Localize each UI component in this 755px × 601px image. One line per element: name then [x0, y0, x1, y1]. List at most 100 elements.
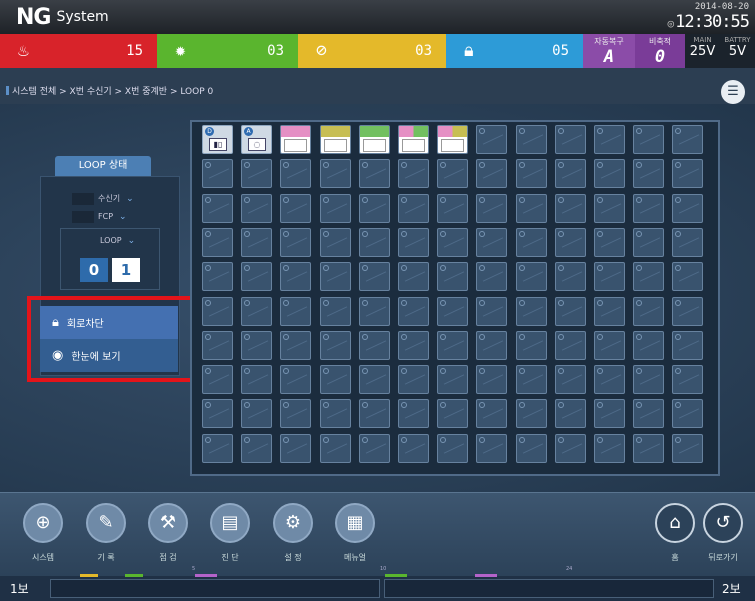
- fire-status[interactable]: ♨ 15: [0, 34, 157, 68]
- empty-cell[interactable]: [437, 228, 468, 257]
- empty-cell[interactable]: [672, 434, 703, 463]
- empty-cell[interactable]: [437, 159, 468, 188]
- empty-cell[interactable]: [633, 399, 664, 428]
- empty-cell[interactable]: [594, 125, 625, 154]
- empty-cell[interactable]: [280, 228, 311, 257]
- empty-cell[interactable]: [320, 365, 351, 394]
- empty-cell[interactable]: [516, 331, 547, 360]
- supervisory-status[interactable]: ✹ 03: [157, 34, 298, 68]
- empty-cell[interactable]: [398, 228, 429, 257]
- empty-cell[interactable]: [280, 297, 311, 326]
- empty-cell[interactable]: [398, 262, 429, 291]
- empty-cell[interactable]: [359, 434, 390, 463]
- empty-cell[interactable]: [633, 159, 664, 188]
- empty-cell[interactable]: [320, 297, 351, 326]
- empty-cell[interactable]: [594, 262, 625, 291]
- empty-cell[interactable]: [398, 159, 429, 188]
- empty-cell[interactable]: [633, 365, 664, 394]
- back-button[interactable]: ↺: [703, 503, 743, 543]
- empty-cell[interactable]: [202, 159, 233, 188]
- empty-cell[interactable]: [398, 365, 429, 394]
- empty-cell[interactable]: [555, 434, 586, 463]
- empty-cell[interactable]: [398, 434, 429, 463]
- empty-cell[interactable]: [241, 194, 272, 223]
- empty-cell[interactable]: [241, 365, 272, 394]
- empty-cell[interactable]: [202, 228, 233, 257]
- empty-cell[interactable]: [672, 331, 703, 360]
- empty-cell[interactable]: [516, 365, 547, 394]
- empty-cell[interactable]: [516, 194, 547, 223]
- empty-cell[interactable]: [241, 297, 272, 326]
- empty-cell[interactable]: [516, 297, 547, 326]
- loop-digit-tens[interactable]: 0: [80, 258, 108, 282]
- empty-cell[interactable]: [280, 194, 311, 223]
- timeline-track-right[interactable]: [384, 579, 714, 598]
- empty-cell[interactable]: [633, 194, 664, 223]
- empty-cell[interactable]: [672, 228, 703, 257]
- empty-cell[interactable]: [202, 297, 233, 326]
- empty-cell[interactable]: [516, 159, 547, 188]
- empty-cell[interactable]: [633, 297, 664, 326]
- empty-cell[interactable]: [555, 194, 586, 223]
- empty-cell[interactable]: [202, 365, 233, 394]
- empty-cell[interactable]: [633, 125, 664, 154]
- timeline-track-left[interactable]: [50, 579, 380, 598]
- empty-cell[interactable]: [476, 228, 507, 257]
- empty-cell[interactable]: [516, 125, 547, 154]
- empty-cell[interactable]: [280, 365, 311, 394]
- empty-cell[interactable]: [437, 365, 468, 394]
- empty-cell[interactable]: [555, 331, 586, 360]
- empty-cell[interactable]: [202, 399, 233, 428]
- empty-cell[interactable]: [359, 365, 390, 394]
- empty-cell[interactable]: [241, 434, 272, 463]
- empty-cell[interactable]: [672, 159, 703, 188]
- empty-cell[interactable]: [672, 194, 703, 223]
- empty-cell[interactable]: [594, 194, 625, 223]
- empty-cell[interactable]: [594, 297, 625, 326]
- empty-cell[interactable]: [241, 262, 272, 291]
- loop-select[interactable]: LOOP ⌄: [100, 232, 135, 249]
- empty-cell[interactable]: [280, 262, 311, 291]
- empty-cell[interactable]: [437, 399, 468, 428]
- empty-cell[interactable]: [633, 434, 664, 463]
- empty-cell[interactable]: [280, 159, 311, 188]
- empty-cell[interactable]: [359, 331, 390, 360]
- empty-cell[interactable]: [516, 434, 547, 463]
- empty-cell[interactable]: [437, 297, 468, 326]
- home-button[interactable]: ⌂: [655, 503, 695, 543]
- device-cell[interactable]: [280, 125, 311, 154]
- manual-button[interactable]: ▦: [335, 503, 375, 543]
- empty-cell[interactable]: [202, 262, 233, 291]
- receiver-select[interactable]: 수신기 ⌄: [72, 190, 134, 207]
- list-menu-button[interactable]: ☰: [721, 80, 745, 104]
- settings-button[interactable]: ⚙: [273, 503, 313, 543]
- empty-cell[interactable]: [359, 399, 390, 428]
- trouble-status[interactable]: ⊘ 03: [298, 34, 446, 68]
- empty-cell[interactable]: [241, 228, 272, 257]
- empty-cell[interactable]: [555, 125, 586, 154]
- device-cell[interactable]: A ◌: [241, 125, 272, 154]
- empty-cell[interactable]: [516, 399, 547, 428]
- empty-cell[interactable]: [320, 228, 351, 257]
- empty-cell[interactable]: [359, 194, 390, 223]
- empty-cell[interactable]: [241, 331, 272, 360]
- empty-cell[interactable]: [359, 262, 390, 291]
- empty-cell[interactable]: [320, 399, 351, 428]
- device-cell[interactable]: [359, 125, 390, 154]
- empty-cell[interactable]: [359, 159, 390, 188]
- lock-status[interactable]: 🔒︎ 05: [446, 34, 583, 68]
- empty-cell[interactable]: [476, 125, 507, 154]
- non-accumulate[interactable]: 비축적 0: [635, 34, 685, 68]
- auto-recovery[interactable]: 자동복구 A: [583, 34, 635, 68]
- empty-cell[interactable]: [555, 297, 586, 326]
- empty-cell[interactable]: [280, 331, 311, 360]
- empty-cell[interactable]: [280, 434, 311, 463]
- device-cell[interactable]: [437, 125, 468, 154]
- empty-cell[interactable]: [476, 399, 507, 428]
- empty-cell[interactable]: [398, 331, 429, 360]
- empty-cell[interactable]: [555, 228, 586, 257]
- record-button[interactable]: ✎: [86, 503, 126, 543]
- empty-cell[interactable]: [594, 228, 625, 257]
- empty-cell[interactable]: [437, 262, 468, 291]
- empty-cell[interactable]: [516, 228, 547, 257]
